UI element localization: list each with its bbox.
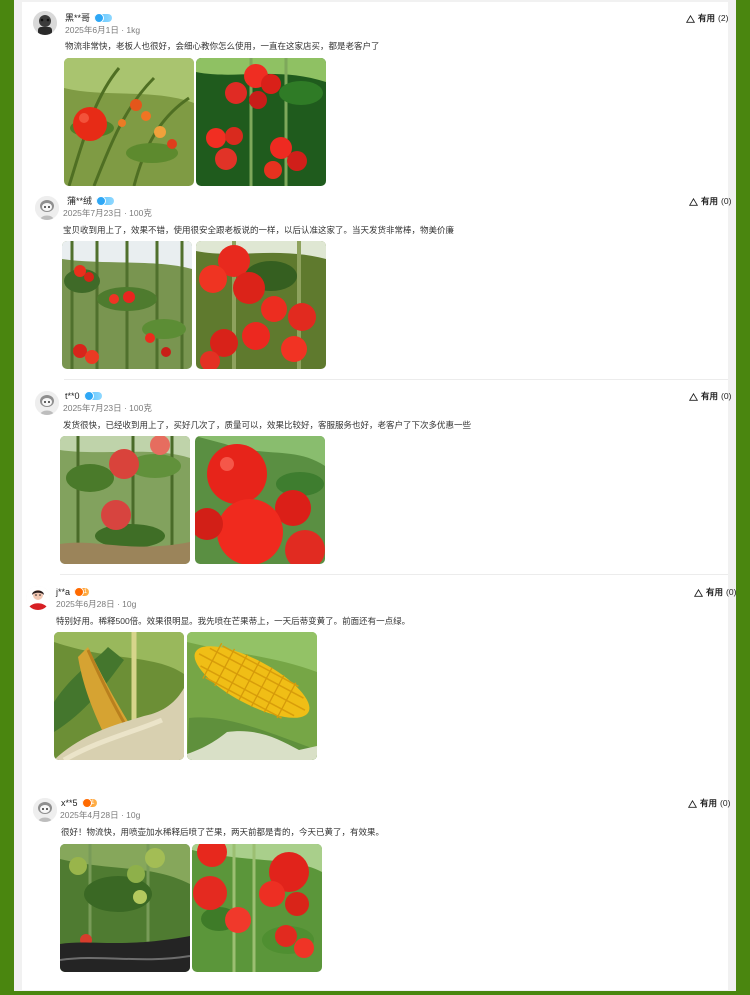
triangle-icon — [689, 197, 698, 206]
review-photo-red-tomato-vine[interactable] — [192, 844, 322, 972]
review-photo-tomato-vine[interactable] — [60, 436, 190, 564]
username[interactable]: x**5 — [61, 797, 78, 809]
diamond-icon — [96, 196, 107, 206]
review-photo-green-tomato[interactable] — [60, 844, 190, 972]
user-line: 蒲**绒 — [67, 195, 115, 207]
member-badge — [83, 391, 102, 401]
review-list: 黑**哥 2025年6月1日 · 1kg 物流非常快，老板人也很好，会细心教你怎… — [22, 2, 736, 990]
review-item: 黑**哥 2025年6月1日 · 1kg 物流非常快，老板人也很好，会细心教你怎… — [22, 2, 728, 186]
user-line: t**0 — [65, 390, 102, 402]
review-photo-tomato-cluster[interactable] — [196, 58, 326, 186]
useful-count: (2) — [718, 13, 729, 23]
review-meta: 2025年4月28日 · 10g — [60, 810, 141, 820]
review-item: j**a 1 2025年6月28日 · 10g 特别好用。稀释500倍。效果很明… — [22, 574, 736, 784]
useful-count: (0) — [721, 196, 732, 206]
useful-label: 有用 — [698, 13, 716, 23]
review-list-screenshot: 黑**哥 2025年6月1日 · 1kg 物流非常快，老板人也很好，会细心教你怎… — [14, 0, 736, 991]
member-badge: 1 — [81, 798, 97, 808]
useful-label: 有用 — [701, 391, 719, 401]
username[interactable]: 蒲**绒 — [67, 195, 92, 207]
avatar[interactable] — [26, 586, 50, 610]
triangle-icon — [688, 799, 697, 808]
member-badge — [94, 13, 113, 23]
review-item: t**0 2025年7月23日 · 100克 发货很快，已经收到用上了，买好几次… — [22, 379, 731, 575]
review-item: 蒲**绒 2025年7月23日 · 100克 宝贝收到用上了，效果不错，使用很安… — [22, 184, 731, 380]
review-comment: 物流非常快，老板人也很好，会细心教你怎么使用，一直在这家店买，都是老客户了 — [65, 41, 380, 51]
useful-button[interactable]: 有用 (0) — [694, 587, 736, 598]
left-green-border — [0, 0, 14, 995]
avatar[interactable] — [33, 11, 57, 35]
useful-button[interactable]: 有用 (0) — [689, 196, 731, 207]
useful-label: 有用 — [701, 196, 719, 206]
right-green-border — [736, 0, 750, 995]
useful-label: 有用 — [700, 798, 718, 808]
diamond-icon — [81, 798, 92, 808]
username[interactable]: j**a — [56, 586, 70, 598]
review-photo-dry-corn[interactable] — [54, 632, 184, 760]
review-meta: 2025年6月28日 · 10g — [56, 599, 137, 609]
triangle-icon — [694, 588, 703, 597]
review-photo-yellow-corn[interactable] — [187, 632, 317, 760]
bottom-green-border — [0, 991, 750, 995]
avatar[interactable] — [35, 391, 59, 415]
member-badge — [96, 196, 115, 206]
useful-button[interactable]: 有用 (2) — [686, 13, 728, 24]
username[interactable]: t**0 — [65, 390, 80, 402]
review-item: x**5 1 2025年4月28日 · 10g 很好！物流快，用喷壶加水稀释后喷… — [22, 784, 730, 990]
avatar[interactable] — [35, 196, 59, 220]
useful-count: (0) — [726, 587, 737, 597]
review-comment: 特别好用。稀释500倍。效果很明显。我先喷在芒果蒂上，一天后蒂变黄了。前面还有一… — [56, 616, 411, 626]
user-line: j**a 1 — [56, 586, 90, 598]
triangle-icon — [689, 392, 698, 401]
diamond-icon — [83, 391, 94, 401]
review-photo-ripe-tomato-closeup[interactable] — [195, 436, 325, 564]
review-comment: 发货很快，已经收到用上了，买好几次了，质量可以，效果比较好，客服服务也好，老客户… — [63, 420, 472, 430]
user-line: 黑**哥 — [65, 12, 113, 24]
user-line: x**5 1 — [61, 797, 97, 809]
review-photo-red-tomato-cluster[interactable] — [196, 241, 326, 369]
useful-label: 有用 — [706, 587, 724, 597]
diamond-icon — [94, 13, 105, 23]
badge-level: 1 — [83, 589, 88, 595]
diamond-icon — [74, 587, 85, 597]
review-meta: 2025年6月1日 · 1kg — [65, 25, 141, 35]
review-meta: 2025年7月23日 · 100克 — [63, 208, 152, 218]
badge-level: 1 — [91, 800, 95, 806]
avatar[interactable] — [33, 798, 57, 822]
useful-button[interactable]: 有用 (0) — [689, 391, 731, 402]
useful-count: (0) — [720, 798, 731, 808]
review-comment: 宝贝收到用上了，效果不错，使用很安全跟老板说的一样，以后认准这家了。当天发货非常… — [63, 225, 455, 235]
review-meta: 2025年7月23日 · 100克 — [63, 403, 152, 413]
useful-button[interactable]: 有用 (0) — [688, 798, 730, 809]
member-badge: 1 — [74, 587, 90, 597]
useful-count: (0) — [721, 391, 732, 401]
review-photo-greenhouse-tomato[interactable] — [62, 241, 192, 369]
username[interactable]: 黑**哥 — [65, 12, 90, 24]
triangle-icon — [686, 14, 695, 23]
review-photo-tomato-plant[interactable] — [64, 58, 194, 186]
review-comment: 很好！物流快，用喷壶加水稀释后喷了芒果，两天前都是青的，今天已黄了，有效果。 — [61, 827, 385, 837]
